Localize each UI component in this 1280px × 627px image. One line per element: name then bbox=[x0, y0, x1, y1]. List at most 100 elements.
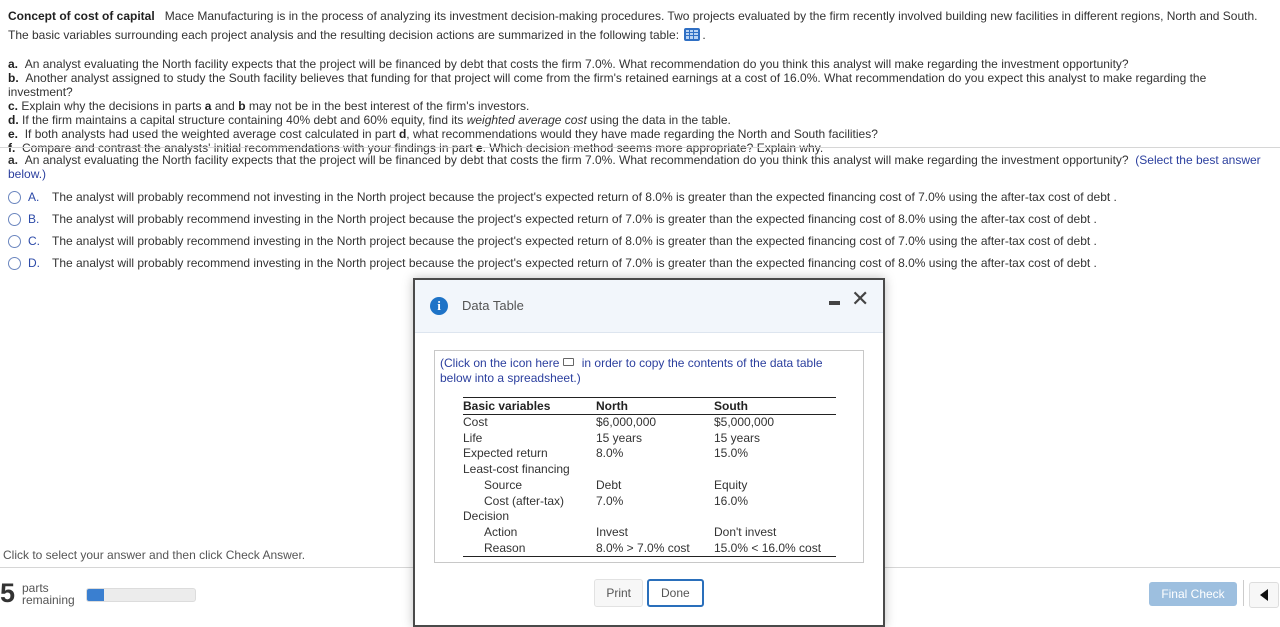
current-question: a. An analyst evaluating the North facil… bbox=[8, 153, 1270, 181]
part-text: and bbox=[211, 99, 239, 113]
previous-button[interactable] bbox=[1249, 582, 1279, 608]
row-label: Reason bbox=[463, 540, 596, 558]
copy-instructions: (Click on the icon here in order to copy… bbox=[440, 356, 855, 386]
north-value: Debt bbox=[596, 477, 622, 492]
data-table: Basic variables North South Cost $6,000,0… bbox=[463, 397, 836, 558]
progress-bar bbox=[86, 588, 196, 602]
parts-remaining-count: 5 bbox=[0, 578, 16, 608]
north-value: 15 years bbox=[596, 430, 643, 445]
part-ref: b bbox=[238, 99, 246, 113]
row-label: Action bbox=[484, 524, 518, 539]
data-table-dialog: i Data Table ✕ (Click on the icon here i… bbox=[413, 278, 885, 627]
table-row: Cost $6,000,000 $5,000,000 bbox=[463, 415, 836, 431]
remaining-label: remaining bbox=[22, 593, 75, 607]
parts-remaining-label: parts remaining bbox=[22, 582, 75, 606]
part-c: c. Explain why the decisions in parts a … bbox=[8, 99, 1270, 113]
option-d[interactable]: D. The analyst will probably recommend in… bbox=[8, 252, 1117, 274]
table-row: Reason 8.0% > 7.0% cost 15.0% < 16.0% cost bbox=[463, 540, 836, 558]
question-letter: a. bbox=[8, 153, 19, 167]
data-table-icon[interactable] bbox=[684, 28, 701, 41]
radio-button[interactable] bbox=[8, 212, 21, 226]
row-label: Least-cost financing bbox=[463, 462, 570, 477]
part-text: Another analyst assigned to study the So… bbox=[8, 71, 1207, 99]
part-b: b. Another analyst assigned to study the… bbox=[8, 71, 1270, 99]
south-value bbox=[714, 509, 836, 525]
option-c[interactable]: C. The analyst will probably recommend in… bbox=[8, 230, 1117, 252]
south-value: 15.0% bbox=[714, 446, 749, 461]
column-header: Basic variables bbox=[463, 397, 596, 415]
dialog-header: i Data Table ✕ bbox=[415, 280, 883, 333]
problem-intro: Concept of cost of capital Mace Manufact… bbox=[8, 7, 1270, 45]
done-button[interactable]: Done bbox=[647, 579, 704, 607]
part-emphasis: weighted average cost bbox=[466, 113, 587, 127]
problem-title: Concept of cost of capital bbox=[8, 9, 155, 23]
divider bbox=[0, 147, 1280, 148]
south-value bbox=[714, 462, 836, 478]
close-icon[interactable]: ✕ bbox=[851, 288, 869, 310]
table-header-row: Basic variables North South bbox=[463, 397, 836, 415]
option-a[interactable]: A. The analyst will probably recommend no… bbox=[8, 186, 1117, 208]
option-text: The analyst will probably recommend not … bbox=[52, 190, 1117, 204]
part-text: Explain why the decisions in parts bbox=[21, 99, 205, 113]
option-b[interactable]: B. The analyst will probably recommend in… bbox=[8, 208, 1117, 230]
row-label: Decision bbox=[463, 509, 510, 524]
final-check-button[interactable]: Final Check bbox=[1149, 582, 1237, 606]
option-letter: D. bbox=[28, 256, 40, 270]
table-row: Least-cost financing bbox=[463, 462, 836, 478]
south-value: Equity bbox=[714, 477, 748, 492]
intro-period: . bbox=[702, 28, 706, 42]
triangle-left-icon bbox=[1260, 589, 1268, 601]
north-value bbox=[596, 462, 714, 478]
table-row: Decision bbox=[463, 509, 836, 525]
part-a: a. An analyst evaluating the North facil… bbox=[8, 57, 1270, 71]
option-letter: A. bbox=[28, 190, 40, 204]
north-value: $6,000,000 bbox=[596, 415, 657, 429]
table-row: Expected return 8.0% 15.0% bbox=[463, 446, 836, 462]
answer-options: A. The analyst will probably recommend no… bbox=[8, 186, 1117, 274]
radio-button[interactable] bbox=[8, 234, 21, 248]
row-label: Life bbox=[463, 430, 483, 445]
option-text: The analyst will probably recommend inve… bbox=[52, 212, 1097, 226]
dialog-buttons: Print Done bbox=[415, 579, 883, 607]
north-value: Invest bbox=[596, 524, 629, 539]
part-text: If both analysts had used the weighted a… bbox=[24, 127, 399, 141]
south-value: 16.0% bbox=[714, 493, 749, 508]
part-text: If the firm maintains a capital structur… bbox=[22, 113, 467, 127]
part-d: d. If the firm maintains a capital struc… bbox=[8, 113, 1270, 127]
part-letter: b. bbox=[8, 71, 19, 85]
table-row: Cost (after-tax) 7.0% 16.0% bbox=[463, 494, 836, 510]
table-row: Life 15 years 15 years bbox=[463, 431, 836, 447]
south-value: Don't invest bbox=[714, 524, 777, 539]
option-letter: B. bbox=[28, 212, 40, 226]
option-text: The analyst will probably recommend inve… bbox=[52, 256, 1097, 270]
north-value bbox=[596, 509, 714, 525]
part-text: An analyst evaluating the North facility… bbox=[24, 57, 1129, 71]
print-button[interactable]: Print bbox=[594, 579, 643, 607]
copy-note-text: (Click on the icon here bbox=[440, 356, 560, 370]
copy-to-spreadsheet-icon[interactable] bbox=[563, 358, 575, 366]
column-header: North bbox=[596, 397, 714, 415]
radio-button[interactable] bbox=[8, 190, 21, 204]
divider bbox=[1243, 580, 1244, 606]
info-icon: i bbox=[430, 297, 448, 315]
part-letter: d. bbox=[8, 113, 19, 127]
table-row: Source Debt Equity bbox=[463, 478, 836, 494]
south-value: $5,000,000 bbox=[714, 415, 775, 429]
option-letter: C. bbox=[28, 234, 40, 248]
progress-fill bbox=[87, 589, 105, 601]
intro-text: Mace Manufacturing is in the process of … bbox=[8, 9, 1258, 42]
north-value: 8.0% bbox=[596, 446, 624, 461]
row-label: Cost (after-tax) bbox=[484, 493, 565, 508]
dialog-title: Data Table bbox=[462, 298, 524, 313]
south-value: 15.0% < 16.0% cost bbox=[714, 540, 836, 558]
part-letter: c. bbox=[8, 99, 19, 113]
table-row: Action Invest Don't invest bbox=[463, 525, 836, 541]
radio-button[interactable] bbox=[8, 256, 21, 270]
north-value: 7.0% bbox=[596, 493, 624, 508]
minimize-icon[interactable] bbox=[829, 301, 840, 305]
data-table-container: (Click on the icon here in order to copy… bbox=[434, 350, 864, 563]
south-value: 15 years bbox=[714, 430, 761, 445]
row-label: Source bbox=[484, 477, 523, 492]
option-text: The analyst will probably recommend inve… bbox=[52, 234, 1097, 248]
parts-list: a. An analyst evaluating the North facil… bbox=[8, 57, 1270, 155]
